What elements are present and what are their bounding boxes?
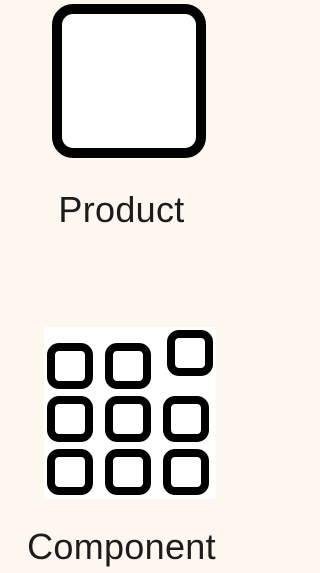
legend-item-component: Component <box>0 0 243 573</box>
component-label: Component <box>27 526 216 567</box>
square-grid-icon <box>44 327 216 499</box>
